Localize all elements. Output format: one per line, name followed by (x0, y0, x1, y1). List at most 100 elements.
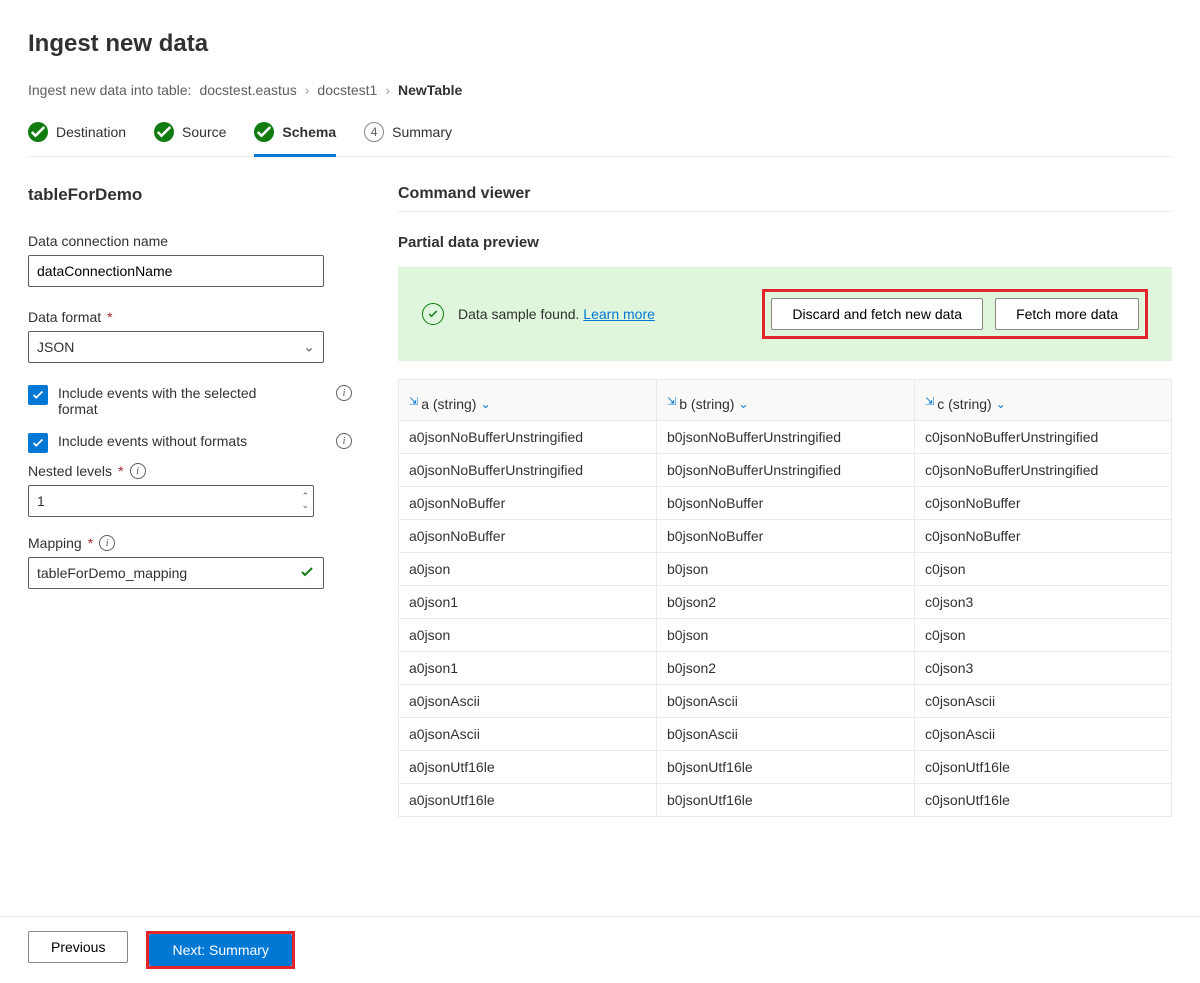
chevron-down-icon: ⌄ (480, 397, 490, 411)
step-number-icon: 4 (364, 122, 384, 142)
table-name: tableForDemo (28, 185, 358, 205)
required-asterisk: * (107, 309, 112, 325)
table-cell: c0json3 (915, 651, 1172, 684)
table-row: a0jsonNoBufferUnstringifiedb0jsonNoBuffe… (399, 453, 1172, 486)
table-cell: b0jsonNoBuffer (657, 519, 915, 552)
fetch-more-button[interactable]: Fetch more data (995, 298, 1139, 330)
check-icon (154, 122, 174, 142)
info-icon[interactable]: i (99, 535, 115, 551)
table-cell: b0jsonNoBuffer (657, 486, 915, 519)
step-schema[interactable]: Schema (254, 122, 336, 156)
table-cell: c0jsonUtf16le (915, 783, 1172, 816)
table-cell: b0jsonAscii (657, 717, 915, 750)
breadcrumb-leaf: NewTable (398, 82, 462, 98)
next-button-highlight: Next: Summary (146, 931, 294, 969)
column-type-icon: ⇲ (667, 395, 676, 408)
table-cell: a0json1 (399, 585, 657, 618)
table-row: a0jsonb0jsonc0json (399, 552, 1172, 585)
table-cell: b0json (657, 618, 915, 651)
table-cell: a0jsonUtf16le (399, 750, 657, 783)
previous-button[interactable]: Previous (28, 931, 128, 963)
discard-fetch-button[interactable]: Discard and fetch new data (771, 298, 983, 330)
chevron-down-icon: ⌄ (738, 397, 748, 411)
table-cell: a0jsonNoBuffer (399, 486, 657, 519)
preview-table: ⇲a (string)⌄⇲b (string)⌄⇲c (string)⌄ a0j… (398, 379, 1172, 817)
column-header[interactable]: ⇲b (string) ⌄ (657, 380, 915, 421)
spinner-buttons[interactable]: ⌃ ⌄ (301, 488, 309, 514)
breadcrumb-item[interactable]: docstest1 (317, 82, 377, 98)
breadcrumb: Ingest new data into table: docstest.eas… (28, 82, 1172, 98)
table-row: a0jsonUtf16leb0jsonUtf16lec0jsonUtf16le (399, 750, 1172, 783)
spinner-down-icon[interactable]: ⌄ (301, 501, 309, 510)
info-icon[interactable]: i (336, 433, 352, 449)
check-icon (28, 122, 48, 142)
label-include-without: Include events without formats (58, 433, 247, 449)
column-header[interactable]: ⇲c (string)⌄ (915, 380, 1172, 421)
table-cell: a0jsonAscii (399, 684, 657, 717)
partial-preview-heading: Partial data preview (398, 234, 1172, 251)
step-destination[interactable]: Destination (28, 122, 126, 156)
data-format-select[interactable]: JSON ⌄ (28, 331, 324, 363)
table-row: a0jsonAsciib0jsonAsciic0jsonAscii (399, 717, 1172, 750)
success-check-icon (422, 303, 444, 325)
column-name: b (string) (679, 396, 734, 412)
table-row: a0json1b0json2c0json3 (399, 651, 1172, 684)
chevron-down-icon: ⌄ (303, 339, 315, 356)
table-cell: a0json (399, 552, 657, 585)
table-cell: c0jsonAscii (915, 684, 1172, 717)
nested-levels-input[interactable]: 1 ⌃ ⌄ (28, 485, 314, 517)
step-label: Source (182, 124, 226, 140)
column-name: a (string) (421, 396, 476, 412)
chevron-down-icon: ⌄ (996, 397, 1006, 411)
table-cell: a0jsonUtf16le (399, 783, 657, 816)
label-nested-levels: Nested levels* i (28, 463, 358, 479)
label-include-selected: Include events with the selected format (58, 385, 278, 417)
table-cell: a0jsonNoBufferUnstringified (399, 453, 657, 486)
table-cell: b0jsonAscii (657, 684, 915, 717)
table-cell: c0jsonNoBuffer (915, 486, 1172, 519)
info-icon[interactable]: i (130, 463, 146, 479)
info-icon[interactable]: i (336, 385, 352, 401)
table-cell: c0jsonNoBufferUnstringified (915, 420, 1172, 453)
breadcrumb-prefix: Ingest new data into table: (28, 82, 191, 98)
step-label: Summary (392, 124, 452, 140)
table-cell: c0json (915, 618, 1172, 651)
column-header[interactable]: ⇲a (string) ⌄ (399, 380, 657, 421)
page-title: Ingest new data (28, 30, 1172, 58)
required-asterisk: * (118, 463, 123, 479)
breadcrumb-item[interactable]: docstest.eastus (199, 82, 296, 98)
table-cell: c0jsonUtf16le (915, 750, 1172, 783)
label-data-format: Data format* (28, 309, 358, 325)
check-icon (299, 564, 315, 583)
table-cell: c0jsonNoBuffer (915, 519, 1172, 552)
connection-name-input[interactable] (28, 255, 324, 287)
next-summary-button[interactable]: Next: Summary (149, 934, 291, 966)
table-row: a0jsonUtf16leb0jsonUtf16lec0jsonUtf16le (399, 783, 1172, 816)
step-source[interactable]: Source (154, 122, 226, 156)
table-cell: b0json2 (657, 651, 915, 684)
table-row: a0jsonNoBufferb0jsonNoBufferc0jsonNoBuff… (399, 519, 1172, 552)
column-name: c (string) (937, 396, 991, 412)
table-row: a0jsonb0jsonc0json (399, 618, 1172, 651)
table-row: a0json1b0json2c0json3 (399, 585, 1172, 618)
table-cell: a0json1 (399, 651, 657, 684)
table-cell: c0json (915, 552, 1172, 585)
learn-more-link[interactable]: Learn more (583, 306, 655, 322)
table-row: a0jsonNoBufferb0jsonNoBufferc0jsonNoBuff… (399, 486, 1172, 519)
step-summary[interactable]: 4 Summary (364, 122, 452, 156)
checkbox-include-without[interactable] (28, 433, 48, 453)
table-cell: b0json (657, 552, 915, 585)
chevron-right-icon: › (305, 82, 310, 98)
table-cell: b0jsonUtf16le (657, 783, 915, 816)
required-asterisk: * (88, 535, 93, 551)
mapping-input[interactable]: tableForDemo_mapping (28, 557, 324, 589)
table-row: a0jsonAsciib0jsonAsciic0jsonAscii (399, 684, 1172, 717)
table-cell: b0jsonNoBufferUnstringified (657, 420, 915, 453)
footer: Previous Next: Summary (0, 916, 1200, 983)
step-label: Destination (56, 124, 126, 140)
column-type-icon: ⇲ (409, 395, 418, 408)
checkbox-include-selected[interactable] (28, 385, 48, 405)
table-cell: b0jsonUtf16le (657, 750, 915, 783)
chevron-right-icon: › (385, 82, 390, 98)
table-cell: c0jsonAscii (915, 717, 1172, 750)
